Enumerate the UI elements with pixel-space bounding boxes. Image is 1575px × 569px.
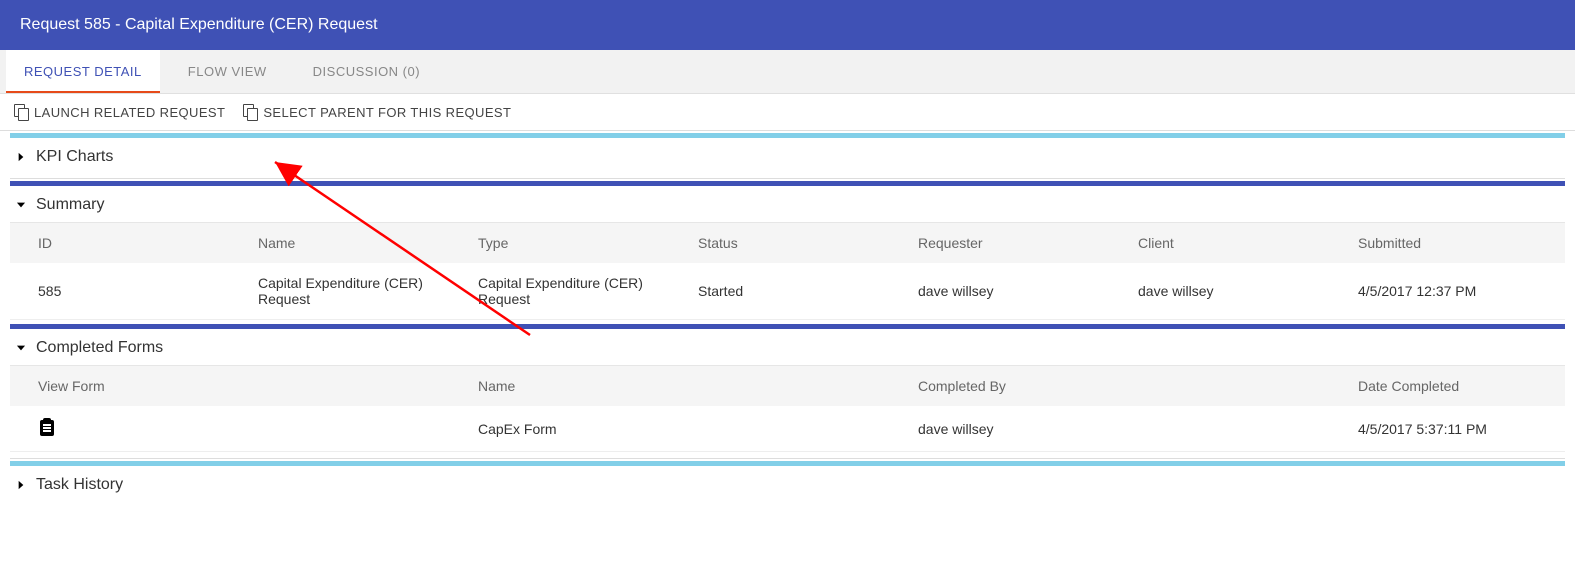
col-requester: Requester (890, 223, 1110, 263)
section-completed-forms-title: Completed Forms (36, 339, 163, 357)
cell-completed-by-link[interactable]: dave willsey (890, 406, 1330, 452)
copy-icon (14, 104, 28, 120)
section-kpi-title: KPI Charts (36, 148, 113, 166)
summary-table: ID Name Type Status Requester Client Sub… (10, 223, 1565, 320)
chevron-down-icon (14, 198, 28, 212)
cell-type: Capital Expenditure (CER) Request (450, 263, 670, 320)
section-kpi-charts-header[interactable]: KPI Charts (10, 138, 1565, 174)
col-status: Status (670, 223, 890, 263)
tab-request-detail[interactable]: REQUEST DETAIL (6, 50, 160, 93)
col-name: Name (230, 223, 450, 263)
col-view-form: View Form (10, 366, 450, 406)
col-completed-by: Completed By (890, 366, 1330, 406)
col-client: Client (1110, 223, 1330, 263)
col-id: ID (10, 223, 230, 263)
cell-client-link[interactable]: dave willsey (1110, 263, 1330, 320)
page-title: Request 585 - Capital Expenditure (CER) … (20, 16, 378, 33)
cell-name: Capital Expenditure (CER) Request (230, 263, 450, 320)
clipboard-icon (38, 418, 56, 436)
chevron-right-icon (14, 150, 28, 164)
tabs-bar: REQUEST DETAIL FLOW VIEW DISCUSSION (0) (0, 50, 1575, 94)
cell-submitted: 4/5/2017 12:37 PM (1330, 263, 1565, 320)
cell-form-name: CapEx Form (450, 406, 890, 452)
launch-related-request-button[interactable]: LAUNCH RELATED REQUEST (14, 104, 225, 120)
tab-flow-view[interactable]: FLOW VIEW (170, 50, 285, 93)
col-submitted: Submitted (1330, 223, 1565, 263)
section-completed-forms-header[interactable]: Completed Forms (10, 329, 1565, 366)
page-header: Request 585 - Capital Expenditure (CER) … (0, 0, 1575, 50)
cell-date-completed: 4/5/2017 5:37:11 PM (1330, 406, 1565, 452)
completed-forms-data-row: CapEx Form dave willsey 4/5/2017 5:37:11… (10, 406, 1565, 452)
col-type: Type (450, 223, 670, 263)
completed-forms-header-row: View Form Name Completed By Date Complet… (10, 366, 1565, 406)
select-parent-button[interactable]: SELECT PARENT FOR THIS REQUEST (243, 104, 511, 120)
completed-forms-table: View Form Name Completed By Date Complet… (10, 366, 1565, 452)
copy-icon (243, 104, 257, 120)
action-bar: LAUNCH RELATED REQUEST SELECT PARENT FOR… (0, 94, 1575, 131)
chevron-right-icon (14, 478, 28, 492)
cell-id: 585 (10, 263, 230, 320)
col-form-name: Name (450, 366, 890, 406)
select-parent-label: SELECT PARENT FOR THIS REQUEST (263, 105, 511, 120)
cell-view-form[interactable] (10, 406, 450, 452)
section-task-history-title: Task History (36, 476, 123, 494)
tab-discussion[interactable]: DISCUSSION (0) (295, 50, 438, 93)
cell-status: Started (670, 263, 890, 320)
cell-requester-link[interactable]: dave willsey (890, 263, 1110, 320)
section-summary-title: Summary (36, 196, 104, 214)
launch-related-label: LAUNCH RELATED REQUEST (34, 105, 225, 120)
section-task-history-header[interactable]: Task History (10, 466, 1565, 502)
summary-data-row: 585 Capital Expenditure (CER) Request Ca… (10, 263, 1565, 320)
col-date-completed: Date Completed (1330, 366, 1565, 406)
summary-header-row: ID Name Type Status Requester Client Sub… (10, 223, 1565, 263)
section-summary-header[interactable]: Summary (10, 186, 1565, 223)
chevron-down-icon (14, 341, 28, 355)
